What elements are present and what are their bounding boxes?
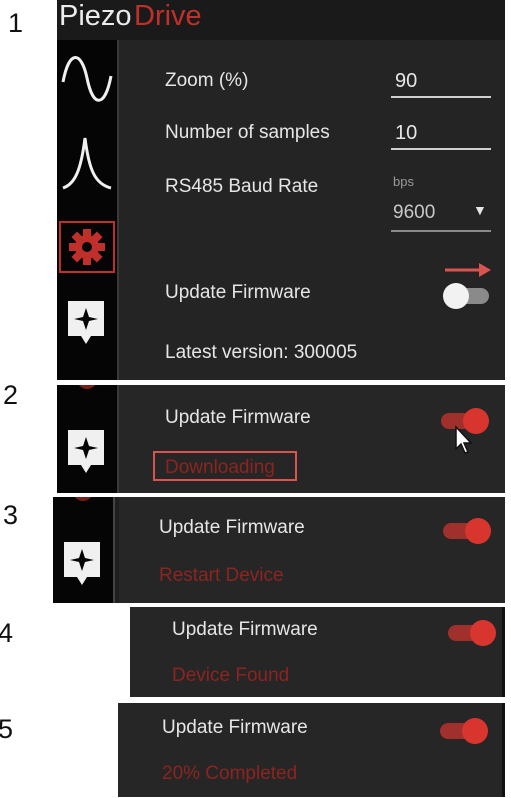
samples-label: Number of samples bbox=[165, 122, 330, 143]
scrollbar-edge bbox=[502, 607, 505, 697]
baud-rate-select[interactable]: 9600 ▼ bbox=[391, 194, 491, 232]
brand-logo-first: Piezo bbox=[59, 0, 132, 32]
step-number-2: 2 bbox=[3, 380, 19, 410]
step-number-3: 3 bbox=[3, 500, 19, 530]
update-firmware-toggle[interactable] bbox=[440, 718, 488, 744]
firmware-panel-step-4: Update Firmware Device Found bbox=[130, 607, 505, 697]
firmware-content-step-2: Update Firmware Downloading bbox=[119, 385, 505, 493]
gear-icon bbox=[73, 497, 93, 501]
arrow-right-icon bbox=[445, 260, 493, 280]
step-number-4: 4 bbox=[0, 618, 14, 648]
step-number-1: 1 bbox=[8, 8, 24, 38]
status-text: Restart Device bbox=[159, 565, 284, 586]
settings-panel-step-1: Piezo Drive Zoom (%) 90 Number of sample… bbox=[57, 0, 505, 380]
firmware-panel-step-2: Update Firmware Downloading bbox=[57, 385, 505, 493]
update-firmware-toggle[interactable] bbox=[443, 283, 493, 309]
sidebar-divider bbox=[113, 497, 115, 603]
zoom-field[interactable]: 90 bbox=[395, 70, 417, 93]
star-badge-icon[interactable] bbox=[65, 298, 107, 348]
firmware-panel-step-3: Update Firmware Restart Device bbox=[53, 497, 505, 603]
update-firmware-toggle[interactable] bbox=[443, 518, 491, 544]
sine-wave-icon[interactable] bbox=[59, 50, 115, 106]
settings-content: Zoom (%) 90 Number of samples 10 RS485 B… bbox=[119, 40, 505, 380]
zoom-field-underline bbox=[391, 96, 491, 98]
baud-select-underline bbox=[391, 230, 491, 232]
baud-rate-label: RS485 Baud Rate bbox=[165, 176, 319, 197]
baud-rate-value: 9600 bbox=[393, 202, 436, 223]
zoom-label: Zoom (%) bbox=[165, 70, 249, 91]
latest-version-text: Latest version: 300005 bbox=[165, 342, 358, 363]
gear-icon[interactable] bbox=[59, 221, 115, 273]
update-firmware-toggle[interactable] bbox=[448, 620, 496, 646]
update-firmware-label: Update Firmware bbox=[165, 407, 311, 428]
sidebar bbox=[57, 40, 117, 380]
app-header: Piezo Drive bbox=[57, 0, 505, 40]
samples-field-underline bbox=[391, 148, 491, 150]
status-text: 20% Completed bbox=[162, 763, 298, 784]
peak-curve-icon[interactable] bbox=[59, 130, 115, 190]
status-text: Device Found bbox=[172, 665, 290, 686]
sidebar-step-3 bbox=[53, 497, 113, 603]
brand-logo-second: Drive bbox=[134, 0, 202, 32]
update-firmware-label: Update Firmware bbox=[162, 717, 308, 738]
mouse-cursor-icon bbox=[453, 425, 475, 455]
step-number-5: 5 bbox=[0, 714, 14, 744]
update-firmware-label: Update Firmware bbox=[159, 517, 305, 538]
baud-unit-label: bps bbox=[393, 174, 414, 189]
firmware-panel-step-5: Update Firmware 20% Completed bbox=[118, 703, 505, 797]
sidebar-step-2 bbox=[57, 385, 117, 493]
gear-icon bbox=[77, 385, 97, 389]
update-firmware-label: Update Firmware bbox=[172, 619, 318, 640]
scrollbar-edge bbox=[502, 703, 505, 797]
star-badge-icon[interactable] bbox=[65, 427, 107, 477]
status-highlight-box: Downloading bbox=[153, 451, 297, 481]
status-text: Downloading bbox=[165, 457, 275, 478]
update-firmware-label: Update Firmware bbox=[165, 282, 311, 303]
star-badge-icon[interactable] bbox=[61, 539, 103, 589]
firmware-content-step-3: Update Firmware Restart Device bbox=[119, 497, 505, 603]
samples-field[interactable]: 10 bbox=[395, 122, 417, 145]
chevron-down-icon: ▼ bbox=[473, 202, 487, 218]
